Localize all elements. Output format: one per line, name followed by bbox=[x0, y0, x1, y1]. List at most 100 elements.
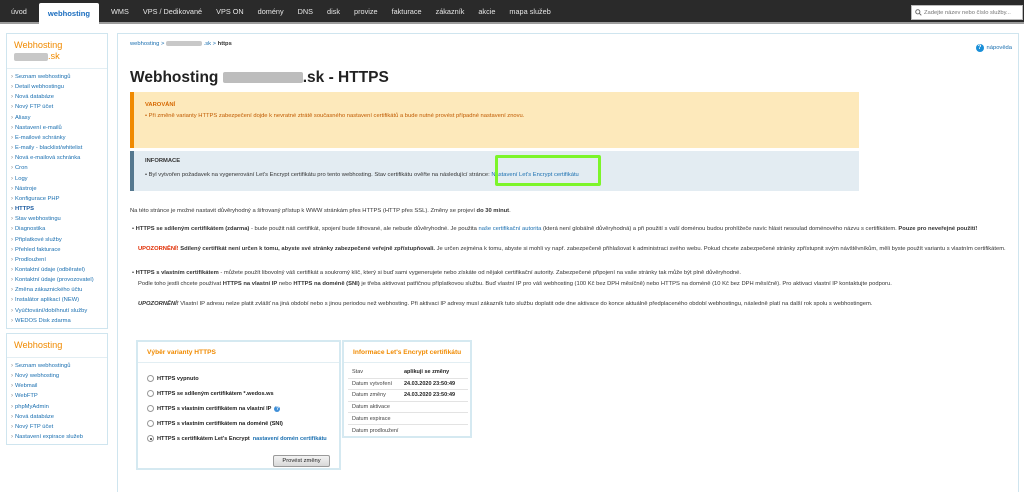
variant-option-label: HTTPS se sdíleným certifikátem *.wedos.w… bbox=[157, 390, 274, 397]
le-panel-separator bbox=[344, 362, 470, 363]
sidebar-menu-item[interactable]: Nastavení expirace služeb bbox=[7, 432, 107, 442]
own-line2b: HTTPS na vlastní IP bbox=[222, 281, 278, 287]
sidebar-menu-item[interactable]: E-maily - blacklist/whitelist bbox=[7, 143, 107, 153]
warning-title: VAROVÁNÍ bbox=[145, 102, 176, 108]
highlight-frame bbox=[495, 155, 601, 186]
sidebar-menu-item[interactable]: Prodloužení bbox=[7, 255, 107, 265]
main-content: webhosting > .sk > https ? nápověda Webh… bbox=[117, 33, 1019, 492]
page-title-suffix: .sk - HTTPS bbox=[302, 69, 389, 86]
warning-message: • Při změně varianty HTTPS zabezpečení d… bbox=[145, 113, 525, 119]
radio-button[interactable] bbox=[147, 375, 154, 382]
sidebar-menu-item[interactable]: Nový FTP účet bbox=[7, 102, 107, 112]
sidebar-menu-item[interactable]: phpMyAdmin bbox=[7, 402, 107, 412]
own-line2a: Podle toho jestli chcete používat bbox=[138, 281, 223, 287]
sidebar-menu-item[interactable]: Seznam webhostingů bbox=[7, 361, 107, 371]
top-nav-item[interactable]: VPS / Dedikované bbox=[136, 0, 209, 24]
sidebar-menu-item[interactable]: Nástroje bbox=[7, 184, 107, 194]
sidebar-menu-item[interactable]: Instalátor aplikací (NEW) bbox=[7, 295, 107, 305]
shared-cert-bold2: Pouze pro neveřejné použití! bbox=[898, 226, 978, 232]
top-nav-item[interactable]: domény bbox=[251, 0, 291, 24]
breadcrumb-separator: > bbox=[160, 41, 165, 48]
cert-authority-link[interactable]: naše certifikační autorita bbox=[479, 226, 542, 232]
variant-option-label: HTTPS s vlastním certifikátem na doméně … bbox=[157, 420, 283, 427]
https-variant-option[interactable]: HTTPS s certifikátem Let's Encrypt nastav… bbox=[147, 435, 327, 442]
ip-notice: UPOZORNĚNÍ! Vlastní IP adresu nelze plat… bbox=[138, 301, 872, 308]
own-line2d: HTTPS na doméně (SNI) bbox=[293, 281, 360, 287]
sidebar-menu-item[interactable]: WebFTP bbox=[7, 391, 107, 401]
lets-encrypt-info-panel: Informace Let's Encrypt certifikátu Stav… bbox=[342, 340, 472, 438]
le-domain-settings-link[interactable]: nastavení domén certifikátu bbox=[253, 436, 327, 442]
sidebar-menu-item[interactable]: Změna zákaznického účtu bbox=[7, 285, 107, 295]
sidebar-menu-item[interactable]: Přehled fakturace bbox=[7, 245, 107, 255]
top-nav-item[interactable]: DNS bbox=[291, 0, 320, 24]
intro-text-main: Na této stránce je možné nastavit důvěry… bbox=[130, 208, 477, 214]
sidebar-box-service: Webhosting .sk Seznam webhostingůDetail … bbox=[6, 33, 108, 329]
https-variant-option[interactable]: HTTPS vypnuto bbox=[147, 375, 199, 382]
sidebar-menu-item[interactable]: Stav webhostingu bbox=[7, 214, 107, 224]
top-nav-item[interactable]: úvod bbox=[0, 0, 34, 24]
top-nav-item[interactable]: fakturace bbox=[385, 0, 429, 24]
radio-button[interactable] bbox=[147, 420, 154, 427]
top-nav-item[interactable]: VPS ON bbox=[209, 0, 251, 24]
radio-button[interactable] bbox=[147, 405, 154, 412]
top-nav-item[interactable]: webhosting bbox=[38, 3, 100, 24]
sidebar-menu-item[interactable]: HTTPS bbox=[7, 204, 107, 214]
sidebar-menu-item[interactable]: Aliasy bbox=[7, 113, 107, 123]
top-nav-item[interactable]: WMS bbox=[104, 0, 136, 24]
info-box: INFORMACE • Byl vytvořen požadavek na vy… bbox=[130, 151, 859, 191]
breadcrumb-redacted-domain[interactable] bbox=[165, 41, 202, 46]
intro-end: . bbox=[509, 208, 511, 214]
sidebar-menu-item[interactable]: Detail webhostingu bbox=[7, 82, 107, 92]
sidebar-menu-item[interactable]: WEDOS Disk zdarma bbox=[7, 316, 107, 326]
sidebar-menu-item[interactable]: Nová databáze bbox=[7, 92, 107, 102]
top-nav-item[interactable]: mapa služeb bbox=[502, 0, 557, 24]
breadcrumb-tld[interactable]: .sk bbox=[204, 41, 211, 47]
sidebar-menu-item[interactable]: Logy bbox=[7, 174, 107, 184]
sidebar-menu-item[interactable]: Nový webhosting bbox=[7, 371, 107, 381]
sidebar-menu-item[interactable]: Seznam webhostingů bbox=[7, 72, 107, 82]
top-nav-item[interactable]: disk bbox=[320, 0, 347, 24]
help-link[interactable]: ? nápověda bbox=[975, 44, 1012, 52]
breadcrumb-webhosting[interactable]: webhosting bbox=[130, 41, 159, 47]
variant-option-label: HTTPS s certifikátem Let's Encrypt bbox=[157, 435, 250, 442]
sidebar-menu-item[interactable]: Nová databáze bbox=[7, 412, 107, 422]
sidebar-service-menu: Seznam webhostingůDetail webhostinguNová… bbox=[7, 69, 107, 328]
top-navigation: úvod webhosting WMS VPS / Dedikované VPS ON d… bbox=[0, 0, 1024, 24]
sidebar-menu-item[interactable]: Konfigurace PHP bbox=[7, 194, 107, 204]
le-info-key: Datum změny bbox=[352, 392, 386, 399]
apply-changes-button[interactable]: Provést změny bbox=[273, 455, 330, 467]
help-icon[interactable]: ? bbox=[274, 405, 281, 412]
sidebar-menu-item[interactable]: Vyúčtování/dobíhnutí služby bbox=[7, 306, 107, 316]
le-info-row: Datum aktivace bbox=[348, 402, 468, 414]
sidebar-menu-item[interactable]: E-mailové schránky bbox=[7, 133, 107, 143]
sidebar-menu-item[interactable]: Diagnostika bbox=[7, 224, 107, 234]
sidebar-menu-item[interactable]: Nastavení e-mailů bbox=[7, 123, 107, 133]
https-variant-option[interactable]: HTTPS s vlastním certifikátem na vlastní… bbox=[147, 405, 281, 412]
le-info-value: 24.03.2020 23:50:49 bbox=[404, 392, 456, 399]
own-line2c: nebo bbox=[277, 281, 294, 287]
top-nav-item[interactable]: zákazník bbox=[429, 0, 472, 24]
sidebar-menu-item[interactable]: Cron bbox=[7, 163, 107, 173]
sidebar-menu-item[interactable]: Kontaktní údaje (odběratel) bbox=[7, 265, 107, 275]
sidebar-menu-item[interactable]: Připlatkové služby bbox=[7, 235, 107, 245]
own-cert-description: • HTTPS s vlastním certifikátem - můžete… bbox=[132, 270, 741, 276]
le-info-key: Datum expirace bbox=[352, 415, 391, 422]
variant-panel-separator bbox=[138, 362, 339, 363]
service-search[interactable] bbox=[911, 5, 1023, 20]
https-variant-option[interactable]: HTTPS se sdíleným certifikátem *.wedos.w… bbox=[147, 390, 274, 397]
sidebar-webhosting-menu: Seznam webhostingůNový webhostingWebmail… bbox=[7, 358, 107, 444]
le-info-key: Stav bbox=[352, 369, 364, 376]
https-variant-option[interactable]: HTTPS s vlastním certifikátem na doméně … bbox=[147, 420, 283, 427]
service-search-input[interactable] bbox=[924, 9, 1022, 16]
sidebar-menu-item[interactable]: Kontaktní údaje (provozovatel) bbox=[7, 275, 107, 285]
top-nav-item[interactable]: akcie bbox=[471, 0, 502, 24]
radio-button[interactable] bbox=[147, 390, 154, 397]
sidebar-box-webhosting: Webhosting Seznam webhostingůNový webhos… bbox=[6, 332, 108, 446]
le-info-row: Datum změny 24.03.2020 23:50:49 bbox=[348, 390, 468, 402]
top-nav-item[interactable]: provize bbox=[347, 0, 385, 24]
sidebar-menu-item[interactable]: Nový FTP účet bbox=[7, 422, 107, 432]
sidebar-menu-item[interactable]: Nová e-mailová schránka bbox=[7, 153, 107, 163]
le-info-value: aplikuji se změny bbox=[404, 369, 450, 376]
radio-button[interactable] bbox=[147, 435, 154, 442]
sidebar-menu-item[interactable]: Webmail bbox=[7, 381, 107, 391]
